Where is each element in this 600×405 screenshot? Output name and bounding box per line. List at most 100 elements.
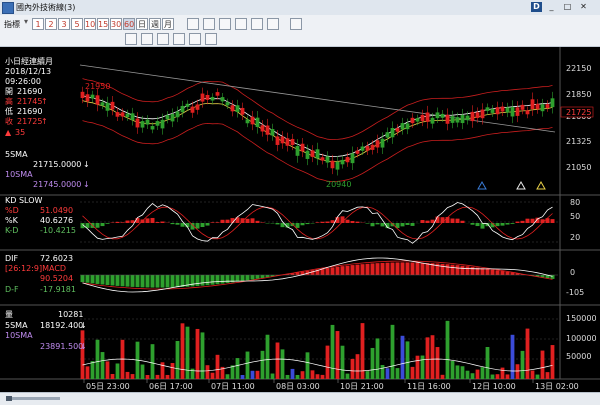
kd-histogram-bar	[421, 220, 425, 223]
period-button-4[interactable]: 10	[84, 18, 96, 30]
close-button[interactable]: ✕	[578, 2, 589, 12]
volume-bar	[81, 330, 85, 379]
candle-body	[461, 115, 465, 123]
window-icon[interactable]	[189, 33, 201, 45]
macd-histogram-bar	[486, 269, 490, 275]
grid-icon[interactable]	[219, 18, 231, 30]
macd-histogram-bar	[331, 267, 335, 275]
volume-bar	[421, 356, 425, 379]
kd-histogram-bar	[321, 222, 325, 223]
candle-body	[241, 108, 245, 115]
macd-histogram-bar	[506, 272, 510, 275]
bar-time: 09:26:00	[5, 77, 41, 86]
volume-bar	[351, 359, 355, 379]
candle-body	[181, 106, 185, 112]
macd-histogram-bar	[116, 275, 120, 286]
period-button-8[interactable]: 日	[136, 18, 148, 30]
clock-icon[interactable]	[251, 18, 263, 30]
kd-histogram-bar	[301, 223, 305, 225]
volume-bar	[121, 340, 125, 379]
macd-histogram-bar	[171, 275, 175, 287]
kd-histogram-bar	[366, 223, 370, 224]
candle-body	[471, 112, 475, 121]
zoom-in-icon[interactable]	[125, 33, 137, 45]
kd-histogram-bar	[96, 223, 100, 228]
kd-histogram-bar	[381, 223, 385, 226]
trend-icon[interactable]	[290, 18, 302, 30]
kd-tick: 20	[570, 233, 580, 242]
sma10-value: 21745.0000	[33, 180, 81, 189]
macd-histogram-bar	[151, 275, 155, 288]
candle-body	[456, 117, 460, 122]
candle-body	[91, 95, 95, 99]
period-button-3[interactable]: 5	[71, 18, 83, 30]
chart-svg[interactable]: 小日經連續月 2018/12/13 09:26:00 開 21690 高 217…	[0, 47, 600, 392]
scroll-track[interactable]	[6, 397, 60, 400]
chevron-down-icon[interactable]: ▾	[24, 17, 28, 26]
kd-histogram-bar	[146, 218, 150, 223]
dock-badge[interactable]: D	[531, 2, 542, 12]
crosshair-icon[interactable]	[187, 18, 199, 30]
kd-histogram-bar	[276, 223, 280, 224]
kd-histogram-bar	[306, 223, 310, 224]
period-button-2[interactable]: 3	[58, 18, 70, 30]
period-button-7[interactable]: 60	[123, 18, 135, 30]
volume-bar	[111, 374, 115, 379]
macd-histogram-bar	[86, 275, 90, 283]
kd-histogram-bar	[296, 223, 300, 228]
vsma5-value: 18192.400	[40, 321, 83, 330]
macd-histogram-bar	[361, 264, 365, 275]
period-button-0[interactable]: 1	[32, 18, 44, 30]
macd-histogram-bar	[451, 265, 455, 275]
fit-icon[interactable]	[173, 33, 185, 45]
period-button-5[interactable]: 15	[97, 18, 109, 30]
macd-histogram-bar	[106, 275, 110, 285]
edit-icon[interactable]	[235, 18, 247, 30]
macd-histogram-bar	[196, 275, 200, 286]
split-icon[interactable]	[205, 33, 217, 45]
layout-icon[interactable]	[203, 18, 215, 30]
period-button-10[interactable]: 月	[162, 18, 174, 30]
volume-bar	[276, 343, 280, 379]
print-icon[interactable]	[267, 18, 279, 30]
period-button-9[interactable]: 週	[149, 18, 161, 30]
volume-bar	[251, 371, 255, 379]
volume-bar	[416, 356, 420, 379]
macd-histogram-bar	[406, 262, 410, 275]
maximize-button[interactable]: □	[562, 2, 573, 12]
candle-body	[256, 118, 260, 127]
zoom-out-icon[interactable]	[141, 33, 153, 45]
pctd-label: %D	[5, 206, 19, 215]
sma5-value: 21715.0000	[33, 160, 81, 169]
candle-body	[321, 157, 325, 160]
macd-histogram-bar	[501, 271, 505, 275]
title-bar: 國內外技術線(3) D _ □ ✕	[0, 0, 600, 16]
period-button-1[interactable]: 2	[45, 18, 57, 30]
volume-bar	[496, 374, 500, 379]
kd-histogram-bar	[171, 223, 175, 224]
macd-histogram-bar	[416, 263, 420, 275]
candle-body	[371, 145, 375, 150]
candle-body	[451, 116, 455, 123]
minimize-button[interactable]: _	[546, 2, 557, 12]
app-icon	[2, 2, 14, 14]
volume-bar	[296, 375, 300, 379]
candle-body	[536, 104, 540, 109]
chart-panel[interactable]: 小日經連續月 2018/12/13 09:26:00 開 21690 高 217…	[0, 47, 600, 392]
macd-histogram-bar	[176, 275, 180, 287]
volume-bar	[426, 337, 430, 379]
scroll-thumb[interactable]	[6, 396, 12, 401]
candle-body	[261, 125, 265, 131]
kmd-label: K-D	[5, 226, 18, 235]
pan-icon[interactable]	[157, 33, 169, 45]
volume-bar	[241, 375, 245, 379]
product-name: 小日經連續月	[5, 56, 53, 66]
dif-label: DIF	[5, 254, 19, 263]
macd-histogram-bar	[246, 275, 250, 280]
candle-body	[376, 140, 380, 147]
low-marker-label: 20940	[326, 180, 351, 189]
volume-bar	[491, 375, 495, 379]
macd-histogram-bar	[326, 268, 330, 275]
period-button-6[interactable]: 30	[110, 18, 122, 30]
volume-bar	[541, 351, 545, 379]
